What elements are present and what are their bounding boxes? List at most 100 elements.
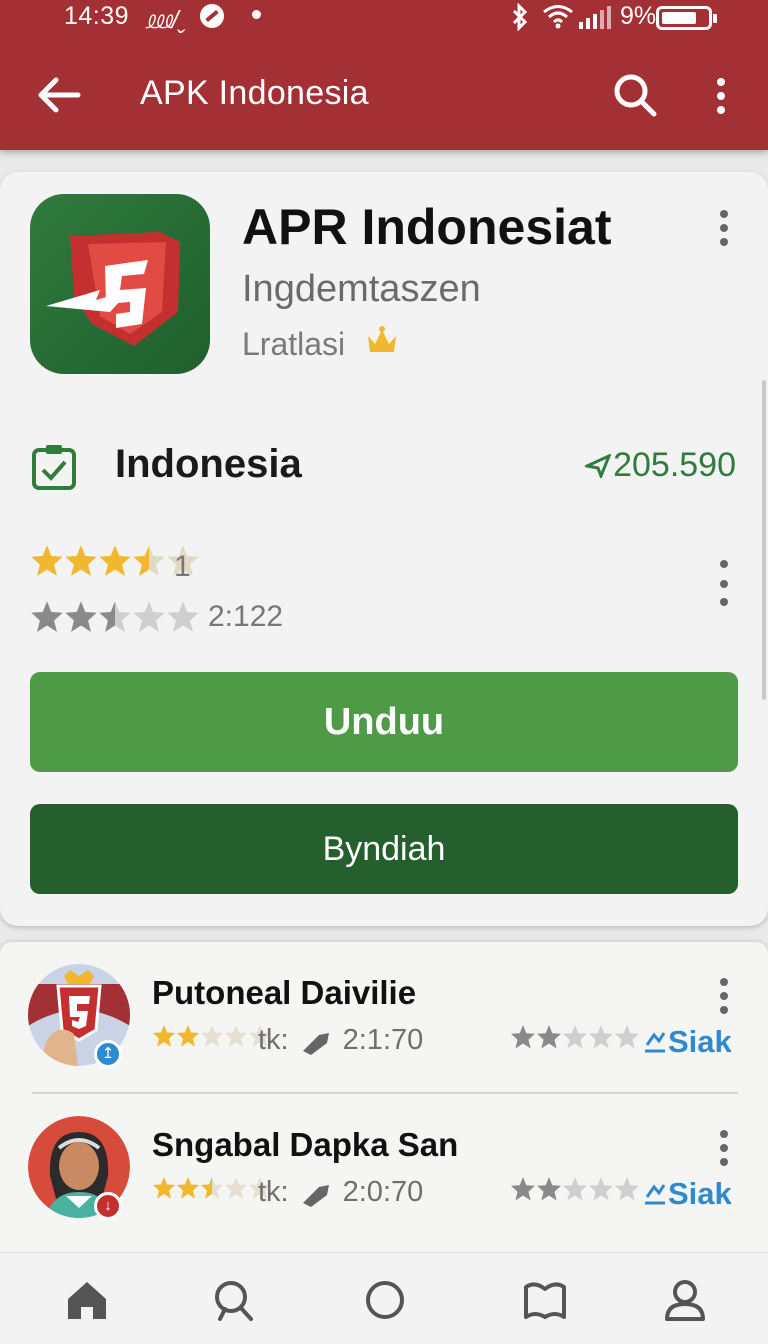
app-detail-card: APR Indonesiat Ingdemtaszen Lratlasi Ind… — [0, 172, 768, 926]
star-icon — [133, 545, 165, 576]
star-rating — [510, 1176, 640, 1207]
star-icon — [133, 601, 165, 632]
shield-logo-icon — [46, 232, 180, 346]
home-icon[interactable] — [64, 1277, 110, 1323]
trend-icon — [645, 1184, 666, 1205]
star-icon — [225, 1177, 247, 1199]
list-item-action[interactable]: Siak — [642, 1024, 732, 1060]
stars-graphic — [153, 1177, 271, 1199]
bluetooth-icon — [512, 3, 528, 31]
star-icon — [167, 601, 199, 632]
tag-icon — [302, 1033, 329, 1056]
circle-icon[interactable] — [362, 1277, 408, 1323]
rating-count-secondary: 2:122 — [208, 600, 284, 633]
trend-icon — [645, 1032, 666, 1053]
download-count: 205.590 — [582, 446, 736, 485]
profile-icon[interactable] — [662, 1277, 708, 1323]
star-icon — [153, 1177, 175, 1199]
battery-icon — [656, 6, 717, 30]
star-icon — [511, 1177, 535, 1201]
star-icon — [511, 1025, 535, 1049]
battery-percentage: 9% — [620, 2, 657, 30]
page-title: APK Indonesia — [140, 74, 369, 112]
tag-icon — [302, 1185, 329, 1208]
star-icon — [589, 1025, 613, 1049]
star-icon — [225, 1025, 247, 1047]
app-name: APR Indonesiat — [242, 199, 612, 255]
list-item-stars-short: tk: — [258, 1024, 289, 1056]
star-icon — [201, 1025, 223, 1047]
update-badge-icon: ↥ — [94, 1040, 122, 1068]
stars-graphic — [153, 1025, 271, 1047]
search-icon[interactable] — [612, 72, 658, 118]
star-icon — [589, 1177, 613, 1201]
list-item-size: 2:0:70 — [342, 1176, 424, 1208]
star-icon — [563, 1025, 587, 1049]
star-rating — [152, 1024, 272, 1053]
list-item-size: 2:1:70 — [342, 1024, 424, 1056]
do-not-disturb-icon — [200, 4, 224, 28]
list-item-action-label: Siak — [668, 1176, 732, 1211]
list-item-title: Putoneal Daivilie — [152, 974, 417, 1011]
app-category: Lratlasi — [242, 326, 346, 362]
clipboard-check-icon — [32, 445, 76, 490]
status-notification-text: ⅏/ˬ — [146, 6, 188, 34]
star-rating — [30, 600, 200, 639]
list-item-meta: tk: 2:0:70 — [258, 1176, 423, 1209]
star-rating — [510, 1024, 640, 1055]
star-icon — [201, 1177, 223, 1199]
download-badge-icon: ↓ — [94, 1192, 122, 1220]
list-item-action[interactable]: Siak — [642, 1176, 732, 1212]
download-button[interactable]: Unduu — [30, 672, 738, 772]
secondary-action-button[interactable]: Byndiah — [30, 804, 738, 894]
app-header: 14:39 ⅏/ˬ 9% APK Indonesia — [0, 0, 768, 150]
more-vert-icon[interactable] — [714, 556, 734, 606]
region-label: Indonesia — [115, 442, 302, 486]
star-icon — [177, 1177, 199, 1199]
wifi-icon — [543, 5, 573, 29]
star-icon — [615, 1177, 639, 1201]
star-icon — [177, 1025, 199, 1047]
crown-icon — [368, 326, 396, 352]
list-item-action-label: Siak — [668, 1024, 732, 1059]
bottom-navigation — [0, 1252, 768, 1344]
app-developer[interactable]: Ingdemtaszen — [242, 268, 481, 311]
more-vert-icon[interactable] — [714, 976, 734, 1016]
arrow-left-icon[interactable] — [34, 72, 84, 118]
stars-graphic — [511, 1177, 639, 1201]
stars-graphic — [31, 601, 199, 632]
star-icon — [563, 1177, 587, 1201]
download-count-value: 205.590 — [613, 446, 736, 484]
list-item-stars-short: tk: — [258, 1176, 289, 1208]
stars-graphic — [511, 1025, 639, 1049]
status-bar: 14:39 ⅏/ˬ 9% — [0, 0, 768, 34]
more-vert-icon[interactable] — [714, 208, 734, 248]
list-item[interactable]: ↓ Sngabal Dapka San tk: 2:0:70 Siak — [0, 1094, 768, 1244]
list-item-title: Sngabal Dapka San — [152, 1126, 459, 1163]
star-icon — [99, 601, 131, 632]
star-rating — [152, 1176, 272, 1205]
rating-count-primary: 1 — [174, 550, 191, 583]
star-icon — [65, 545, 97, 576]
status-time: 14:39 — [64, 2, 130, 30]
star-icon — [615, 1025, 639, 1049]
list-item[interactable]: ↥ Putoneal Daivilie tk: 2:1:70 Siak — [0, 942, 768, 1094]
star-icon — [153, 1025, 175, 1047]
star-icon — [99, 545, 131, 576]
scrollbar[interactable] — [762, 380, 766, 700]
more-vert-icon[interactable] — [714, 1128, 734, 1168]
book-icon[interactable] — [522, 1277, 568, 1323]
star-icon — [31, 545, 63, 576]
star-icon — [537, 1025, 561, 1049]
send-icon — [582, 453, 612, 481]
notification-dot-icon — [252, 10, 261, 19]
app-icon — [30, 194, 210, 374]
search-icon[interactable] — [210, 1277, 256, 1323]
list-item-meta: tk: 2:1:70 — [258, 1024, 423, 1057]
star-icon — [65, 601, 97, 632]
rating-row-secondary — [30, 600, 200, 640]
more-vert-icon[interactable] — [706, 74, 736, 118]
star-icon — [537, 1177, 561, 1201]
star-icon — [31, 601, 63, 632]
app-list: ↥ Putoneal Daivilie tk: 2:1:70 Siak ↓ Sn… — [0, 942, 768, 1254]
